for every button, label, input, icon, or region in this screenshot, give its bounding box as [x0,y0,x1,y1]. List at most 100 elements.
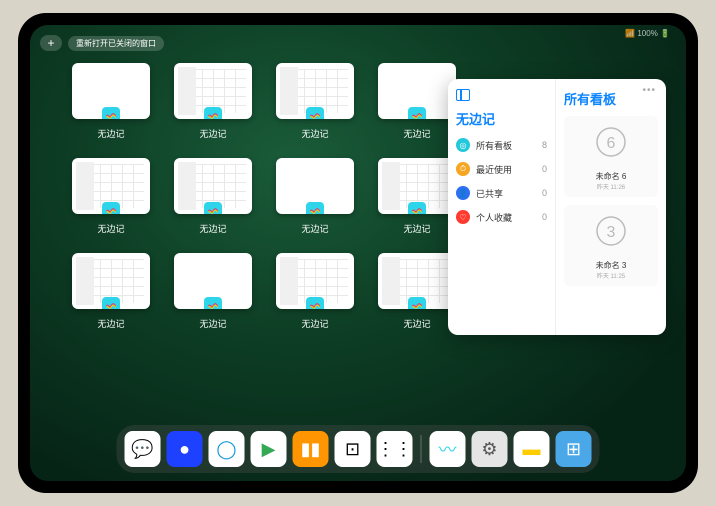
window-tile[interactable]: 无边记 [276,253,354,330]
sidebar-toggle-icon[interactable] [456,89,470,101]
window-tile[interactable]: 无边记 [72,63,150,140]
window-thumbnail [72,158,150,214]
dock-app-nodes[interactable]: ⋮⋮ [377,431,413,467]
freeform-app-icon [204,107,222,119]
window-thumbnail [72,63,150,119]
category-count: 0 [542,188,547,198]
screen: 📶 100% 🔋 + 重新打开已关闭的窗口 无边记无边记无边记无边记无边记无边记… [30,25,686,481]
ipad-frame: 📶 100% 🔋 + 重新打开已关闭的窗口 无边记无边记无边记无边记无边记无边记… [18,13,698,493]
freeform-app-icon [306,107,324,119]
window-label: 无边记 [97,127,124,140]
board-card[interactable]: 3 未命名 3昨天 11:25 [564,205,658,286]
window-thumbnail [174,253,252,309]
window-label: 无边记 [301,317,328,330]
category-count: 0 [542,164,547,174]
category-label: 最近使用 [476,163,512,176]
dock-app-qqbrowser[interactable]: ◯ [209,431,245,467]
dock: 💬●◯▶▮▮⊡⋮⋮ 〰⚙▬⊞ [117,425,600,473]
window-tile[interactable]: 无边记 [174,63,252,140]
window-label: 无边记 [199,127,226,140]
window-grid: 无边记无边记无边记无边记无边记无边记无边记无边记无边记无边记无边记无边记 [72,63,456,330]
board-title: 未命名 3 [570,260,652,271]
category-count: 8 [542,140,547,150]
panel-content: 所有看板 6未命名 6昨天 11:263未命名 3昨天 11:25 [556,79,666,335]
category-icon: ◎ [456,138,470,152]
window-thumbnail [276,253,354,309]
dock-app-quark[interactable]: ● [167,431,203,467]
board-card[interactable]: 6 未命名 6昨天 11:26 [564,116,658,197]
window-label: 无边记 [199,317,226,330]
board-date: 昨天 11:25 [570,271,652,280]
dock-app-dice[interactable]: ⊡ [335,431,371,467]
freeform-app-icon [102,107,120,119]
category-label: 个人收藏 [476,211,512,224]
panel-app-title: 无边记 [456,109,547,128]
sidebar-item[interactable]: ⏱ 最近使用 0 [456,162,547,176]
svg-text:3: 3 [607,224,616,241]
window-thumbnail [174,158,252,214]
new-window-button[interactable]: + [40,35,62,51]
freeform-app-icon [102,202,120,214]
panel-sidebar: 无边记 ◎ 所有看板 8 ⏱ 最近使用 0 👤 已共享 0 ♡ 个人收藏 0 [448,79,556,335]
window-thumbnail [174,63,252,119]
freeform-app-icon [408,202,426,214]
board-title: 未命名 6 [570,171,652,182]
window-thumbnail [276,63,354,119]
sidebar-item[interactable]: ♡ 个人收藏 0 [456,210,547,224]
window-label: 无边记 [301,222,328,235]
window-tile[interactable]: 无边记 [72,253,150,330]
category-label: 已共享 [476,187,503,200]
dock-app-freeform[interactable]: 〰 [430,431,466,467]
freeform-app-icon [408,297,426,309]
window-thumbnail [276,158,354,214]
window-tile[interactable]: 无边记 [276,158,354,235]
freeform-panel: ••• 无边记 ◎ 所有看板 8 ⏱ 最近使用 0 👤 已共享 0 ♡ 个人收藏 0 所有看板 6 未命… [448,79,666,335]
sidebar-item[interactable]: 👤 已共享 0 [456,186,547,200]
board-preview-icon: 6 [591,122,631,162]
window-thumbnail [378,158,456,214]
window-tile[interactable]: 无边记 [174,158,252,235]
window-tile[interactable]: 无边记 [378,253,456,330]
category-icon: ♡ [456,210,470,224]
dock-app-play[interactable]: ▶ [251,431,287,467]
dock-app-wechat[interactable]: 💬 [125,431,161,467]
dock-app-settings[interactable]: ⚙ [472,431,508,467]
freeform-app-icon [204,297,222,309]
top-bar: + 重新打开已关闭的窗口 [40,35,164,51]
freeform-app-icon [204,202,222,214]
window-label: 无边记 [403,127,430,140]
freeform-app-icon [306,297,324,309]
freeform-app-icon [408,107,426,119]
category-icon: ⏱ [456,162,470,176]
svg-text:6: 6 [607,135,616,152]
reopen-closed-window-button[interactable]: 重新打开已关闭的窗口 [68,36,164,51]
freeform-app-icon [306,202,324,214]
window-tile[interactable]: 无边记 [72,158,150,235]
dock-app-folder[interactable]: ⊞ [556,431,592,467]
window-tile[interactable]: 无边记 [276,63,354,140]
freeform-app-icon [102,297,120,309]
category-count: 0 [542,212,547,222]
board-date: 昨天 11:26 [570,182,652,191]
board-preview-icon: 3 [591,211,631,251]
dock-separator [421,435,422,463]
window-tile[interactable]: 无边记 [174,253,252,330]
window-tile[interactable]: 无边记 [378,158,456,235]
window-label: 无边记 [403,222,430,235]
dock-app-books[interactable]: ▮▮ [293,431,329,467]
window-label: 无边记 [97,317,124,330]
window-thumbnail [378,253,456,309]
sidebar-item[interactable]: ◎ 所有看板 8 [456,138,547,152]
more-icon[interactable]: ••• [642,85,656,96]
window-tile[interactable]: 无边记 [378,63,456,140]
window-thumbnail [72,253,150,309]
window-label: 无边记 [403,317,430,330]
category-label: 所有看板 [476,139,512,152]
window-label: 无边记 [199,222,226,235]
status-bar: 📶 100% 🔋 [625,29,670,38]
window-label: 无边记 [301,127,328,140]
window-thumbnail [378,63,456,119]
window-label: 无边记 [97,222,124,235]
category-icon: 👤 [456,186,470,200]
dock-app-notes[interactable]: ▬ [514,431,550,467]
